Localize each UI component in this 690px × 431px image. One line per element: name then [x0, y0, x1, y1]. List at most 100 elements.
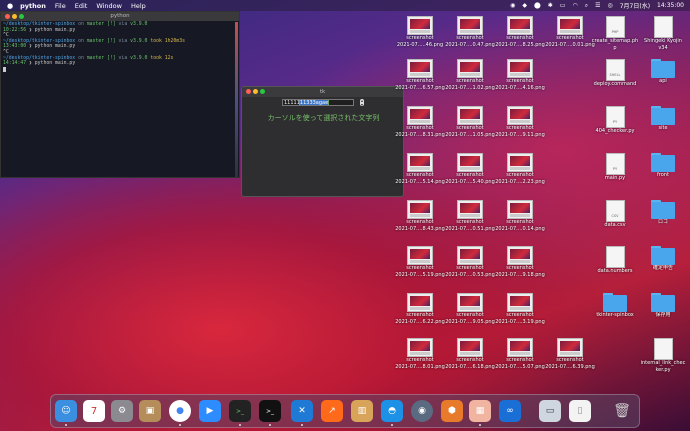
desktop-icon[interactable]: screenshot 2021-07....0.01.png	[545, 16, 595, 48]
vscode-icon[interactable]: ✕	[291, 400, 313, 426]
trash-icon[interactable]: 🗑	[611, 400, 633, 422]
finder-icon[interactable]: ☺	[55, 400, 77, 426]
desktop-icon-label: screenshot	[406, 35, 434, 41]
document-file-icon: PHP	[605, 16, 625, 38]
desktop-icon[interactable]: screenshot 2021-07....5.19.png	[395, 246, 445, 278]
menu-date[interactable]: 7月7日(水)	[620, 1, 650, 10]
desktop-icon[interactable]: screenshot 2021-07....0.53.png	[445, 246, 495, 278]
menu-app-name[interactable]: python	[20, 2, 46, 10]
desktop-icon[interactable]: screenshot 2021-07....6.18.png	[445, 338, 495, 370]
chrome-icon[interactable]: ●	[169, 400, 191, 426]
desktop-icon[interactable]: screenshot 2021-07....8.31.png	[395, 106, 445, 138]
minimize-icon[interactable]	[12, 14, 17, 19]
desktop-icon[interactable]: screenshot 2021-07.....46.png	[395, 16, 445, 48]
menu-edit[interactable]: Edit	[75, 2, 88, 10]
desktop-icon-label: Shingeki Kyojin	[644, 38, 682, 44]
screenshot-app-icon[interactable]: ▭	[539, 400, 561, 422]
desktop-icon[interactable]: screenshot 2021-07....6.57.png	[395, 59, 445, 91]
system-preferences-icon[interactable]: ⚙	[111, 400, 133, 422]
desktop-icon[interactable]: screenshot 2021-07....8.01.png	[395, 338, 445, 370]
desktop-icon[interactable]: screenshot 2021-07....0.47.png	[445, 16, 495, 48]
document-icon[interactable]: ▯	[569, 400, 591, 422]
grapher-icon[interactable]: ↗	[321, 400, 343, 422]
desktop-icon[interactable]: internal_link_chec ker.py	[638, 338, 688, 373]
desktop-icon-sublabel: 2021-07....6.22.png	[395, 318, 445, 325]
sourcetree-icon[interactable]: ⬢	[441, 400, 463, 422]
desktop-icon[interactable]: screenshot 2021-07....0.51.png	[445, 200, 495, 232]
close-icon[interactable]	[246, 89, 251, 94]
zoom-icon[interactable]	[19, 14, 24, 19]
text-cursor	[3, 66, 6, 72]
desktop-icon[interactable]: screenshot 2021-07....5.40.png	[445, 153, 495, 185]
terminal-alt-icon[interactable]: >_	[259, 400, 281, 426]
terminal-title-bar[interactable]: python	[1, 12, 239, 21]
desktop-icon[interactable]: PY 404_checker.py	[590, 106, 640, 135]
menu-help[interactable]: Help	[131, 2, 146, 10]
desktop-icon[interactable]: tkinter-spinbox	[590, 293, 640, 319]
wifi-icon[interactable]: ◠	[572, 2, 577, 9]
zoom-app-icon[interactable]: ▶	[199, 400, 221, 422]
desktop-icon[interactable]: screenshot 2021-07....2.23.png	[495, 153, 545, 185]
desktop-icon[interactable]: screenshot 2021-07....5.14.png	[395, 153, 445, 185]
desktop-icon[interactable]: screenshot 2021-07....4.16.png	[495, 59, 545, 91]
terminal-window[interactable]: python ~/desktop/tkinter-spinbox on mast…	[0, 11, 240, 178]
docker-icon[interactable]: ◓	[381, 400, 403, 426]
desktop-icon[interactable]: SHELL deploy.command	[590, 59, 640, 88]
desktop-icon-label: screenshot	[506, 35, 534, 41]
close-icon[interactable]	[5, 14, 10, 19]
terminal-output[interactable]: ~/desktop/tkinter-spinbox on master [!] …	[1, 21, 239, 74]
desktop-icon[interactable]: screenshot 2021-07....6.22.png	[395, 293, 445, 325]
desktop-icon[interactable]: CSV data.csv	[590, 200, 640, 229]
desktop-icon[interactable]: screenshot 2021-07....5.07.png	[495, 338, 545, 370]
menu-window[interactable]: Window	[96, 2, 122, 10]
desktop-icon[interactable]: ロゴ	[638, 200, 688, 226]
desktop-icon[interactable]: 保存用	[638, 293, 688, 319]
desktop-icon[interactable]: screenshot 2021-07....0.14.png	[495, 200, 545, 232]
contacts-icon[interactable]: ▣	[139, 400, 161, 422]
apple-icon[interactable]: ●	[7, 2, 13, 10]
spinbox-arrows[interactable]: ▴ ▾	[360, 99, 364, 106]
menu-file[interactable]: File	[55, 2, 66, 10]
desktop-icon[interactable]: screenshot 2021-07....8.25.png	[495, 16, 545, 48]
battery-icon[interactable]: ▭	[560, 2, 566, 9]
tk-window[interactable]: tk 1111111333agae ▴ ▾ カーソルを使って選択された文字列	[241, 86, 404, 197]
zoom-icon[interactable]	[260, 89, 265, 94]
desktop-icon[interactable]: site	[638, 106, 688, 132]
desktop-icon[interactable]: screenshot 2021-07....8.43.png	[395, 200, 445, 232]
desktop-icon[interactable]: screenshot 2021-07....3.19.png	[495, 293, 545, 325]
desktop-icon[interactable]: screenshot 2021-07....9.05.png	[445, 293, 495, 325]
status-icon-a[interactable]: ◉	[510, 2, 515, 9]
desktop-icon[interactable]: screenshot 2021-07....9.18.png	[495, 246, 545, 278]
terminal-scrollbar[interactable]	[235, 22, 238, 177]
status-icon-c[interactable]: ⬤	[534, 2, 541, 9]
desktop-icon[interactable]: 確定申告	[638, 246, 688, 272]
control-center-icon[interactable]: ☰	[595, 2, 600, 9]
quicktime-icon[interactable]: ◉	[411, 400, 433, 422]
desktop-icon[interactable]: screenshot 2021-07....1.05.png	[445, 106, 495, 138]
menu-time[interactable]: 14:35:00	[657, 2, 684, 9]
desktop-icon[interactable]: screenshot 2021-07....9.11.png	[495, 106, 545, 138]
preview-icon[interactable]: ▦	[469, 400, 491, 426]
status-icon-b[interactable]: ◆	[522, 2, 527, 9]
desktop-icon-sublabel: ker.py	[655, 366, 671, 373]
desktop-icon[interactable]: screenshot 2021-07....1.02.png	[445, 59, 495, 91]
desktop-icon[interactable]: data.numbers	[590, 246, 640, 275]
desktop-icon[interactable]: PHP create_sitemap.ph p	[590, 16, 640, 51]
minimize-icon[interactable]	[253, 89, 258, 94]
file-type-tag: CSV	[611, 214, 619, 218]
desktop-icon-sublabel: 2021-07....0.51.png	[445, 225, 495, 232]
desktop-icon[interactable]: api	[638, 59, 688, 85]
spinbox-entry[interactable]: 1111111333agae	[282, 99, 354, 106]
desktop-icon[interactable]: screenshot 2021-07....6.39.png	[545, 338, 595, 370]
siri-icon[interactable]: ◎	[607, 2, 612, 9]
calendar-icon[interactable]: 7	[83, 400, 105, 422]
archive-icon[interactable]: ▥	[351, 400, 373, 422]
tk-title-bar[interactable]: tk	[242, 87, 403, 97]
desktop-icon[interactable]: front	[638, 153, 688, 179]
search-icon[interactable]: ⌕	[585, 2, 588, 10]
infinity-icon[interactable]: ∞	[499, 400, 521, 422]
desktop-icon[interactable]: PY main.py	[590, 153, 640, 182]
terminal-app-icon[interactable]: >_	[229, 400, 251, 426]
desktop-icon[interactable]: Shingeki Kyojin v34	[638, 16, 688, 51]
bluetooth-icon[interactable]: ✱	[548, 2, 553, 9]
